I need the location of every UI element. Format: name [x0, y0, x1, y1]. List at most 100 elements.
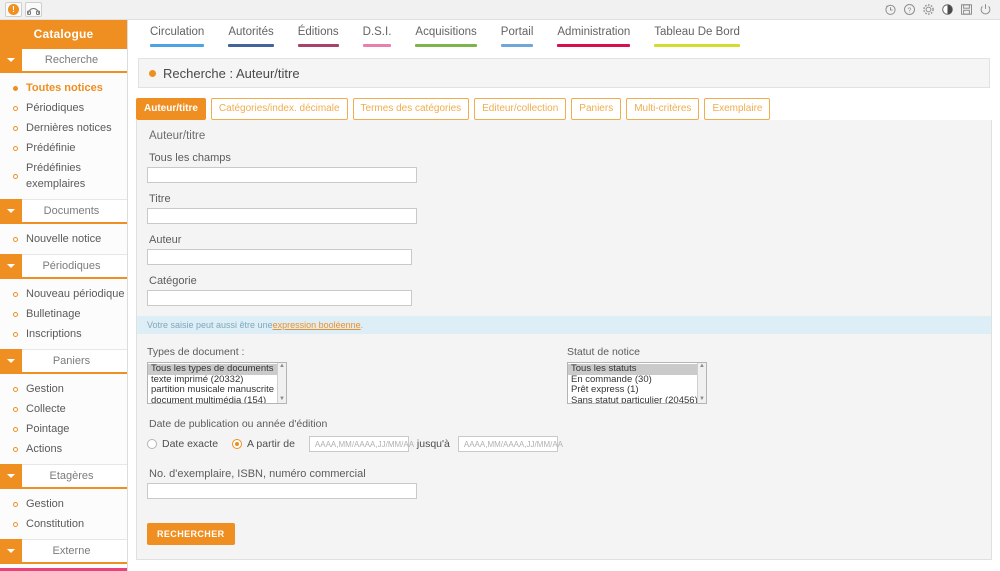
search-tab-auteur-titre[interactable]: Auteur/titre [136, 98, 206, 120]
power-logout-icon[interactable] [979, 3, 992, 16]
sidebar-item-pr-d-finie[interactable]: Prédéfinie [0, 138, 127, 158]
bullet-icon [13, 446, 18, 452]
search-tab-cat-gories-index-d-cimale[interactable]: Catégories/index. décimale [210, 98, 348, 120]
sidebar-item-collecte[interactable]: Collecte [0, 399, 127, 419]
sidebar-item-p-riodiques[interactable]: Périodiques [0, 98, 127, 118]
sidebar-group-label: Recherche [44, 54, 99, 66]
radio-a-partir-de[interactable] [232, 439, 243, 449]
nav-tab-label: Portail [500, 26, 534, 38]
search-tab-multi-crit-res[interactable]: Multi-critères [626, 98, 700, 120]
search-tab-paniers[interactable]: Paniers [571, 98, 622, 120]
sidebar-group-documents[interactable]: Documents [0, 199, 127, 224]
sidebar-group-p-riodiques[interactable]: Périodiques [0, 254, 127, 279]
bullet-icon [13, 173, 18, 179]
date-from-input[interactable]: AAAA,MM/AAAA,JJ/MM/AA [308, 436, 414, 452]
chevron-down-icon[interactable] [0, 48, 22, 72]
sidebar-item-derni-res-notices[interactable]: Dernières notices [0, 118, 127, 138]
document-types-listbox[interactable]: Tous les types de documents texte imprimé… [147, 362, 287, 404]
boolean-expression-link[interactable]: expression booléenne [273, 320, 361, 330]
field-label: Titre [149, 193, 171, 205]
sidebar-item-label: Collecte [26, 403, 66, 415]
scroll-down-icon[interactable]: ▼ [279, 396, 285, 403]
history-icon[interactable] [884, 3, 897, 16]
chevron-down-icon[interactable] [0, 199, 22, 223]
help-icon[interactable]: ? [903, 3, 916, 16]
categorie-input[interactable] [147, 290, 412, 306]
sidebar-item-pr-d-finies-exemplaires[interactable]: Prédéfinies exemplaires [0, 158, 127, 194]
search-tab-termes-des-cat-gories[interactable]: Termes des catégories [352, 98, 470, 120]
sidebar-item-gestion[interactable]: Gestion [0, 494, 127, 514]
sidebar-item-label: Nouvelle notice [26, 233, 102, 245]
sidebar-group-label: Documents [43, 205, 100, 217]
nav-tab-portail[interactable]: Portail [491, 26, 544, 47]
sidebar-item-gestion[interactable]: Gestion [0, 379, 127, 399]
sidebar-title: Catalogue [0, 20, 127, 49]
search-tab-editeur-collection[interactable]: Editeur/collection [474, 98, 567, 120]
sidebar-item-label: Constitution [26, 518, 85, 530]
opac-view-icon[interactable] [25, 2, 42, 17]
nav-tab-d-s-i-[interactable]: D.S.I. [353, 26, 402, 47]
nav-tab--ditions[interactable]: Éditions [288, 26, 349, 47]
main-content: Circulation Autorités Éditions D.S.I. Acquis… [128, 20, 1000, 571]
sidebar-group-externe[interactable]: Externe [0, 539, 127, 564]
list-option[interactable]: partition musicale manuscrite (1) [148, 384, 286, 396]
sidebar-group-label: Paniers [52, 355, 91, 367]
scroll-up-icon[interactable]: ▲ [699, 363, 705, 370]
notice-status-listbox[interactable]: Tous les statuts En commande (30) Prêt exp… [567, 362, 707, 404]
nav-tab-tableau-de-bord[interactable]: Tableau De Bord [644, 26, 750, 47]
contrast-globe-icon[interactable] [941, 3, 954, 16]
chevron-down-icon[interactable] [0, 349, 22, 373]
sidebar-group-recherche[interactable]: Recherche [0, 48, 127, 73]
list-option[interactable]: Tous les types de documents [148, 363, 286, 375]
nav-tab-autorit-s[interactable]: Autorités [218, 26, 283, 47]
scroll-up-icon[interactable]: ▲ [279, 363, 285, 370]
sidebar-item-label: Nouveau périodique [26, 288, 125, 300]
tous-les-champs-input[interactable] [147, 167, 417, 183]
sidebar-item-toutes-notices[interactable]: Toutes notices [0, 78, 127, 98]
list-option[interactable]: Sans statut particulier (20456) [568, 395, 706, 403]
sidebar-item-actions[interactable]: Actions [0, 439, 127, 459]
date-until-label: jusqu'à [416, 438, 450, 450]
text-field-group: Tous les champs Titre Auteur Catégorie [147, 152, 981, 306]
sidebar-item-inscriptions[interactable]: Inscriptions [0, 324, 127, 344]
radio-date-exacte[interactable] [147, 439, 157, 449]
date-until-input[interactable]: AAAA,MM/AAAA,JJ/MM/AA [457, 436, 563, 452]
list-option[interactable]: Prêt express (1) [568, 384, 706, 396]
bullet-icon [13, 85, 18, 91]
nav-tab-underline [500, 44, 534, 47]
auteur-input[interactable] [147, 249, 412, 265]
sidebar-group-label: Externe [52, 545, 91, 557]
chevron-down-icon[interactable] [0, 464, 22, 488]
nav-tab-underline [150, 44, 205, 47]
sidebar-group-etag-res[interactable]: Etagères [0, 464, 127, 489]
titre-input[interactable] [147, 208, 417, 224]
notice-status-column: Statut de notice Tous les statuts En comm… [567, 346, 867, 404]
nav-tab-acquisitions[interactable]: Acquisitions [405, 26, 486, 47]
save-icon[interactable] [960, 3, 973, 16]
nav-tab-administration[interactable]: Administration [547, 26, 640, 47]
search-submit-button[interactable]: RECHERCHER [147, 523, 235, 545]
sidebar-group-label: Périodiques [42, 260, 101, 272]
sidebar-item-constitution[interactable]: Constitution [0, 514, 127, 534]
search-tab-exemplaire[interactable]: Exemplaire [704, 98, 771, 120]
document-types-scrollbar[interactable]: ▲ ▼ [277, 363, 286, 403]
sidebar-item-nouveau-p-riodique[interactable]: Nouveau périodique [0, 284, 127, 304]
list-option[interactable]: document multimédia (154) [148, 395, 286, 403]
settings-gear-icon[interactable] [922, 3, 935, 16]
nav-tab-circulation[interactable]: Circulation [140, 26, 214, 47]
sidebar-item-pointage[interactable]: Pointage [0, 419, 127, 439]
list-option[interactable]: Tous les statuts [568, 363, 706, 375]
sidebar-item-nouvelle-notice[interactable]: Nouvelle notice [0, 229, 127, 249]
notification-badge-icon[interactable]: ! [5, 2, 22, 17]
chevron-down-icon[interactable] [0, 539, 22, 563]
bullet-icon [13, 331, 18, 337]
chevron-down-icon[interactable] [0, 254, 22, 278]
sidebar-group-paniers[interactable]: Paniers [0, 349, 127, 374]
sidebar-item-bulletinage[interactable]: Bulletinage [0, 304, 127, 324]
bullet-icon [13, 145, 18, 151]
field-tous-les-champs: Tous les champs [147, 152, 981, 183]
scroll-down-icon[interactable]: ▼ [699, 396, 705, 403]
notice-status-scrollbar[interactable]: ▲ ▼ [697, 363, 706, 403]
copy-number-input[interactable] [147, 483, 417, 499]
nav-tab-label: Éditions [297, 26, 339, 38]
